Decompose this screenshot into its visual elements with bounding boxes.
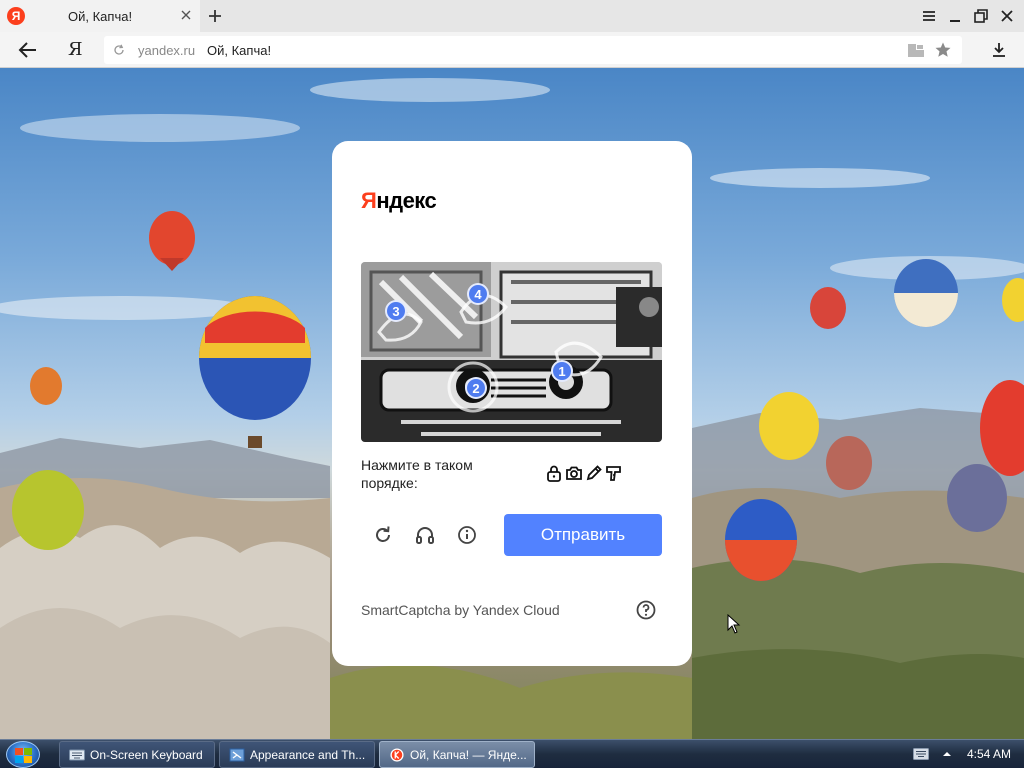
captcha-marker-4[interactable]: 4 (467, 283, 489, 305)
control-panel-icon (229, 748, 245, 762)
yandex-browser-icon (390, 748, 404, 762)
captcha-instruction: Нажмите в таком порядке: (361, 457, 473, 491)
close-window-icon[interactable] (999, 8, 1015, 24)
submit-button[interactable]: Отправить (504, 514, 662, 556)
yandex-logo: Яндекс (361, 188, 437, 214)
hair-dryer-icon (605, 464, 623, 482)
camera-icon (565, 464, 583, 482)
tab-strip: Я Ой, Капча! (0, 0, 1024, 32)
audio-headphones-icon[interactable] (414, 524, 436, 546)
taskbar-item-label: On-Screen Keyboard (90, 747, 203, 762)
taskbar-item-appearance[interactable]: Appearance and Th... (219, 741, 375, 768)
tray-keyboard-icon[interactable] (913, 748, 929, 760)
refresh-icon[interactable] (372, 524, 394, 546)
yandex-logo-rest: ндекс (376, 188, 437, 213)
lock-icon (545, 464, 563, 482)
captcha-marker-3[interactable]: 3 (385, 300, 407, 322)
captcha-marker-2[interactable]: 2 (465, 377, 487, 399)
help-question-icon[interactable] (636, 600, 656, 620)
start-button[interactable] (6, 741, 40, 768)
info-icon[interactable] (456, 524, 478, 546)
reload-icon[interactable] (113, 44, 125, 56)
close-icon[interactable] (179, 8, 193, 22)
captcha-image[interactable]: 1 2 3 4 (361, 262, 662, 442)
yandex-logo-first-letter: Я (361, 188, 377, 213)
minimize-icon[interactable] (947, 8, 963, 24)
menu-icon[interactable] (921, 8, 937, 24)
reader-mode-icon[interactable] (907, 41, 925, 59)
back-arrow-icon[interactable] (18, 41, 38, 59)
taskbar: On-Screen Keyboard Appearance and Th... … (0, 739, 1024, 768)
url-host: yandex.ru (138, 43, 196, 58)
url-page-title: Ой, Капча! (207, 43, 272, 58)
new-tab-icon[interactable] (206, 7, 224, 25)
windows-logo-icon (15, 748, 32, 763)
address-bar: Я yandex.ru Ой, Капча! (0, 32, 1024, 68)
tab-active[interactable]: Я Ой, Капча! (0, 0, 200, 32)
system-clock[interactable]: 4:54 AM (967, 747, 1011, 761)
taskbar-item-on-screen-keyboard[interactable]: On-Screen Keyboard (59, 741, 215, 768)
keyboard-icon (69, 749, 85, 761)
restore-icon[interactable] (973, 8, 989, 24)
page-background: Яндекс 1 2 3 4 Нажмите в таком порядке: … (0, 68, 1024, 739)
smartcaptcha-footer: SmartCaptcha by Yandex Cloud (361, 602, 560, 618)
taskbar-item-yandex-browser[interactable]: Ой, Капча! — Янде... (379, 741, 535, 768)
tray-expand-arrow-icon[interactable] (942, 748, 952, 760)
mouse-cursor-icon (727, 614, 741, 634)
captcha-marker-1[interactable]: 1 (551, 360, 573, 382)
pencil-icon (585, 464, 603, 482)
download-icon[interactable] (990, 41, 1008, 59)
captcha-card: Яндекс 1 2 3 4 Нажмите в таком порядке: … (332, 141, 692, 666)
captcha-puzzle-picture (361, 262, 662, 442)
tab-title: Ой, Капча! (68, 9, 133, 24)
taskbar-item-label: Ой, Капча! — Янде... (410, 747, 527, 762)
bookmark-star-icon[interactable] (934, 41, 952, 59)
yandex-favicon-icon: Я (7, 7, 25, 25)
yandex-logo-button[interactable]: Я (68, 39, 83, 60)
taskbar-item-label: Appearance and Th... (250, 747, 366, 762)
sequence-icons (545, 464, 623, 482)
url-field[interactable]: yandex.ru Ой, Капча! (104, 36, 962, 64)
